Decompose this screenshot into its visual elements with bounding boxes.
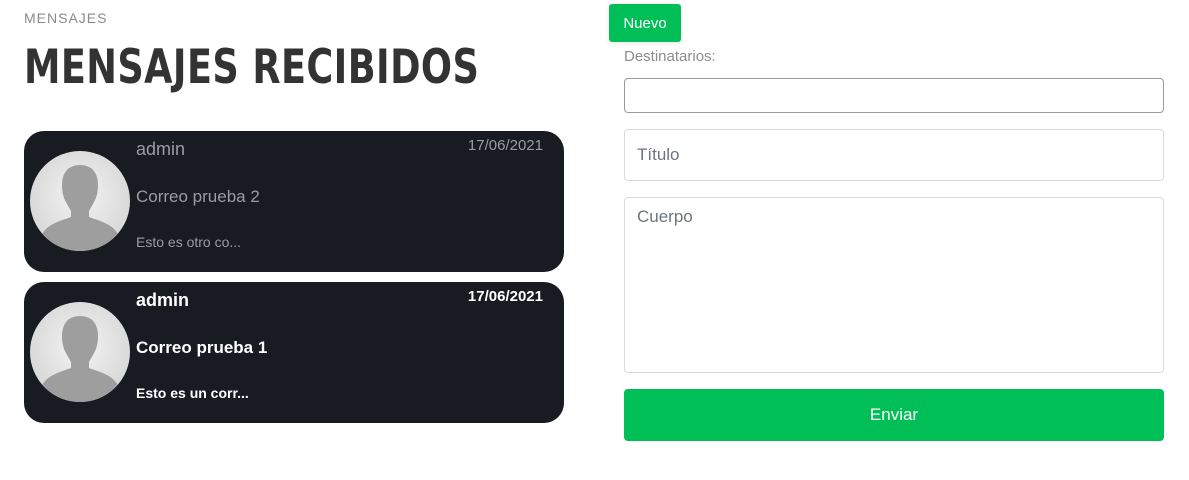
breadcrumb: MENSAJES — [24, 10, 108, 26]
message-date: 17/06/2021 — [467, 288, 543, 305]
message-preview: Esto es un corr... — [136, 385, 249, 401]
page-title: MENSAJES RECIBIDOS — [24, 40, 480, 95]
message-preview: Esto es otro co... — [136, 234, 242, 250]
avatar — [30, 302, 130, 402]
recipients-label: Destinatarios: — [624, 48, 716, 65]
user-silhouette-icon — [38, 165, 122, 251]
message-sender: admin — [136, 139, 186, 159]
message-subject: Correo prueba 1 — [136, 338, 268, 357]
message-card[interactable]: admin 17/06/2021 Correo prueba 2 Esto es… — [24, 131, 564, 272]
body-textarea[interactable] — [624, 197, 1164, 373]
title-input[interactable] — [624, 129, 1164, 181]
recipients-input[interactable] — [624, 78, 1164, 113]
message-card[interactable]: admin 17/06/2021 Correo prueba 1 Esto es… — [24, 282, 564, 423]
new-message-button[interactable]: Nuevo — [609, 4, 681, 42]
message-subject: Correo prueba 2 — [136, 187, 260, 206]
message-date: 17/06/2021 — [467, 137, 543, 154]
send-button[interactable]: Enviar — [624, 389, 1164, 441]
message-sender: admin — [136, 290, 190, 310]
avatar — [30, 151, 130, 251]
user-silhouette-icon — [38, 316, 122, 402]
